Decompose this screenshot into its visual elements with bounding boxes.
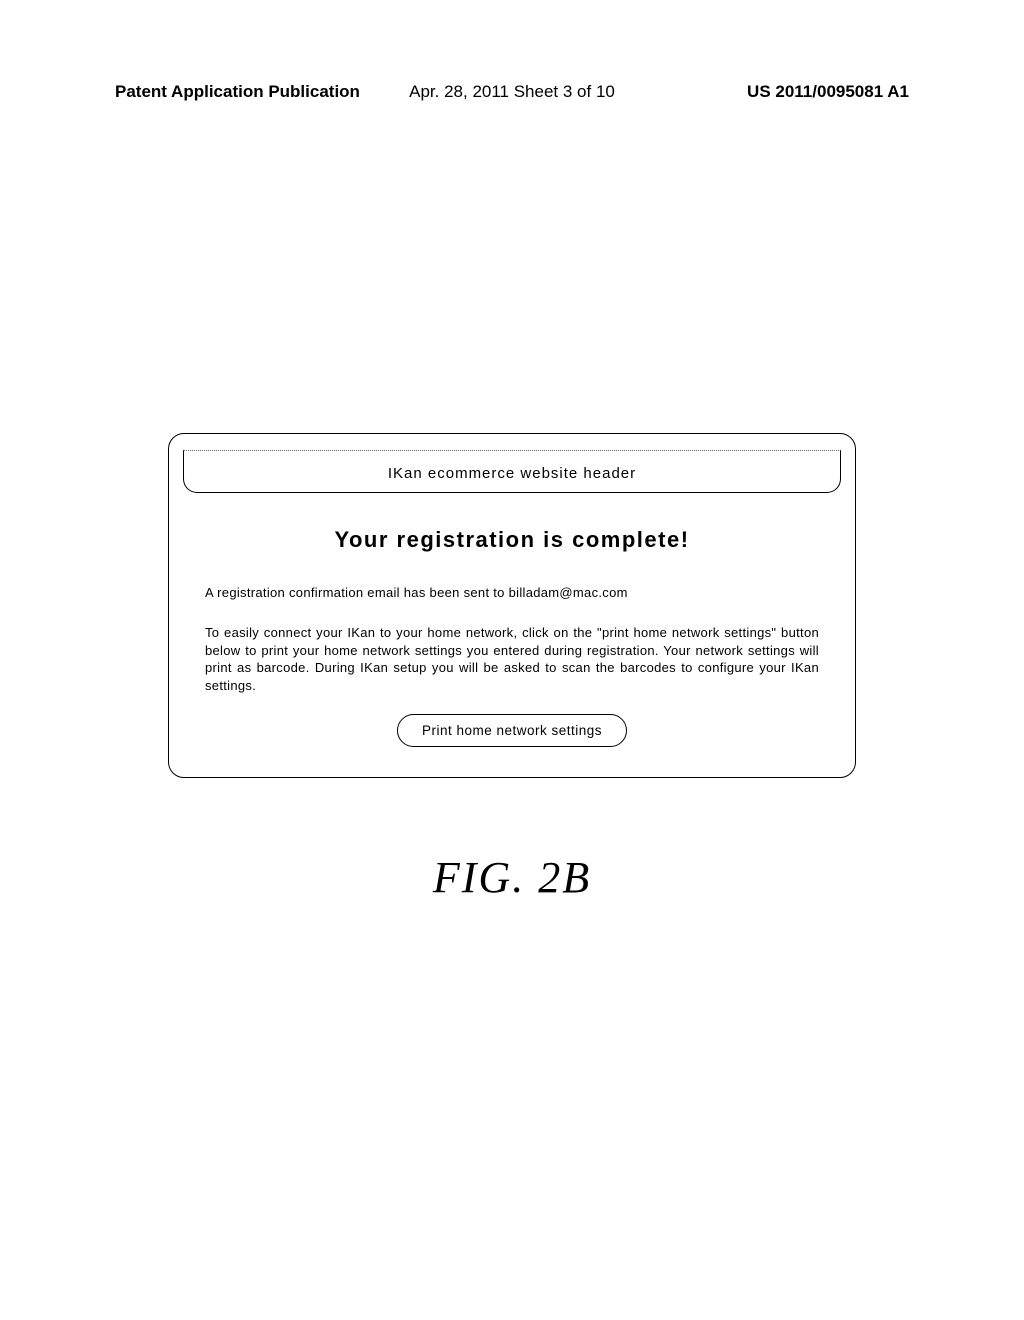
website-header-bar: IKan ecommerce website header — [183, 450, 841, 493]
patent-page-header: Patent Application Publication Apr. 28, … — [0, 82, 1024, 102]
print-home-network-settings-button[interactable]: Print home network settings — [397, 714, 627, 747]
figure-label: FIG. 2B — [0, 852, 1024, 903]
registration-panel: IKan ecommerce website header Your regis… — [168, 433, 856, 778]
header-left-text: Patent Application Publication — [115, 82, 360, 102]
registration-complete-title: Your registration is complete! — [169, 527, 855, 553]
website-header-text: IKan ecommerce website header — [388, 465, 636, 482]
confirmation-email-text: A registration confirmation email has be… — [205, 585, 819, 600]
print-button-label: Print home network settings — [422, 723, 602, 738]
instruction-text: To easily connect your IKan to your home… — [205, 624, 819, 694]
header-center-text: Apr. 28, 2011 Sheet 3 of 10 — [409, 82, 615, 102]
header-right-text: US 2011/0095081 A1 — [747, 82, 909, 102]
